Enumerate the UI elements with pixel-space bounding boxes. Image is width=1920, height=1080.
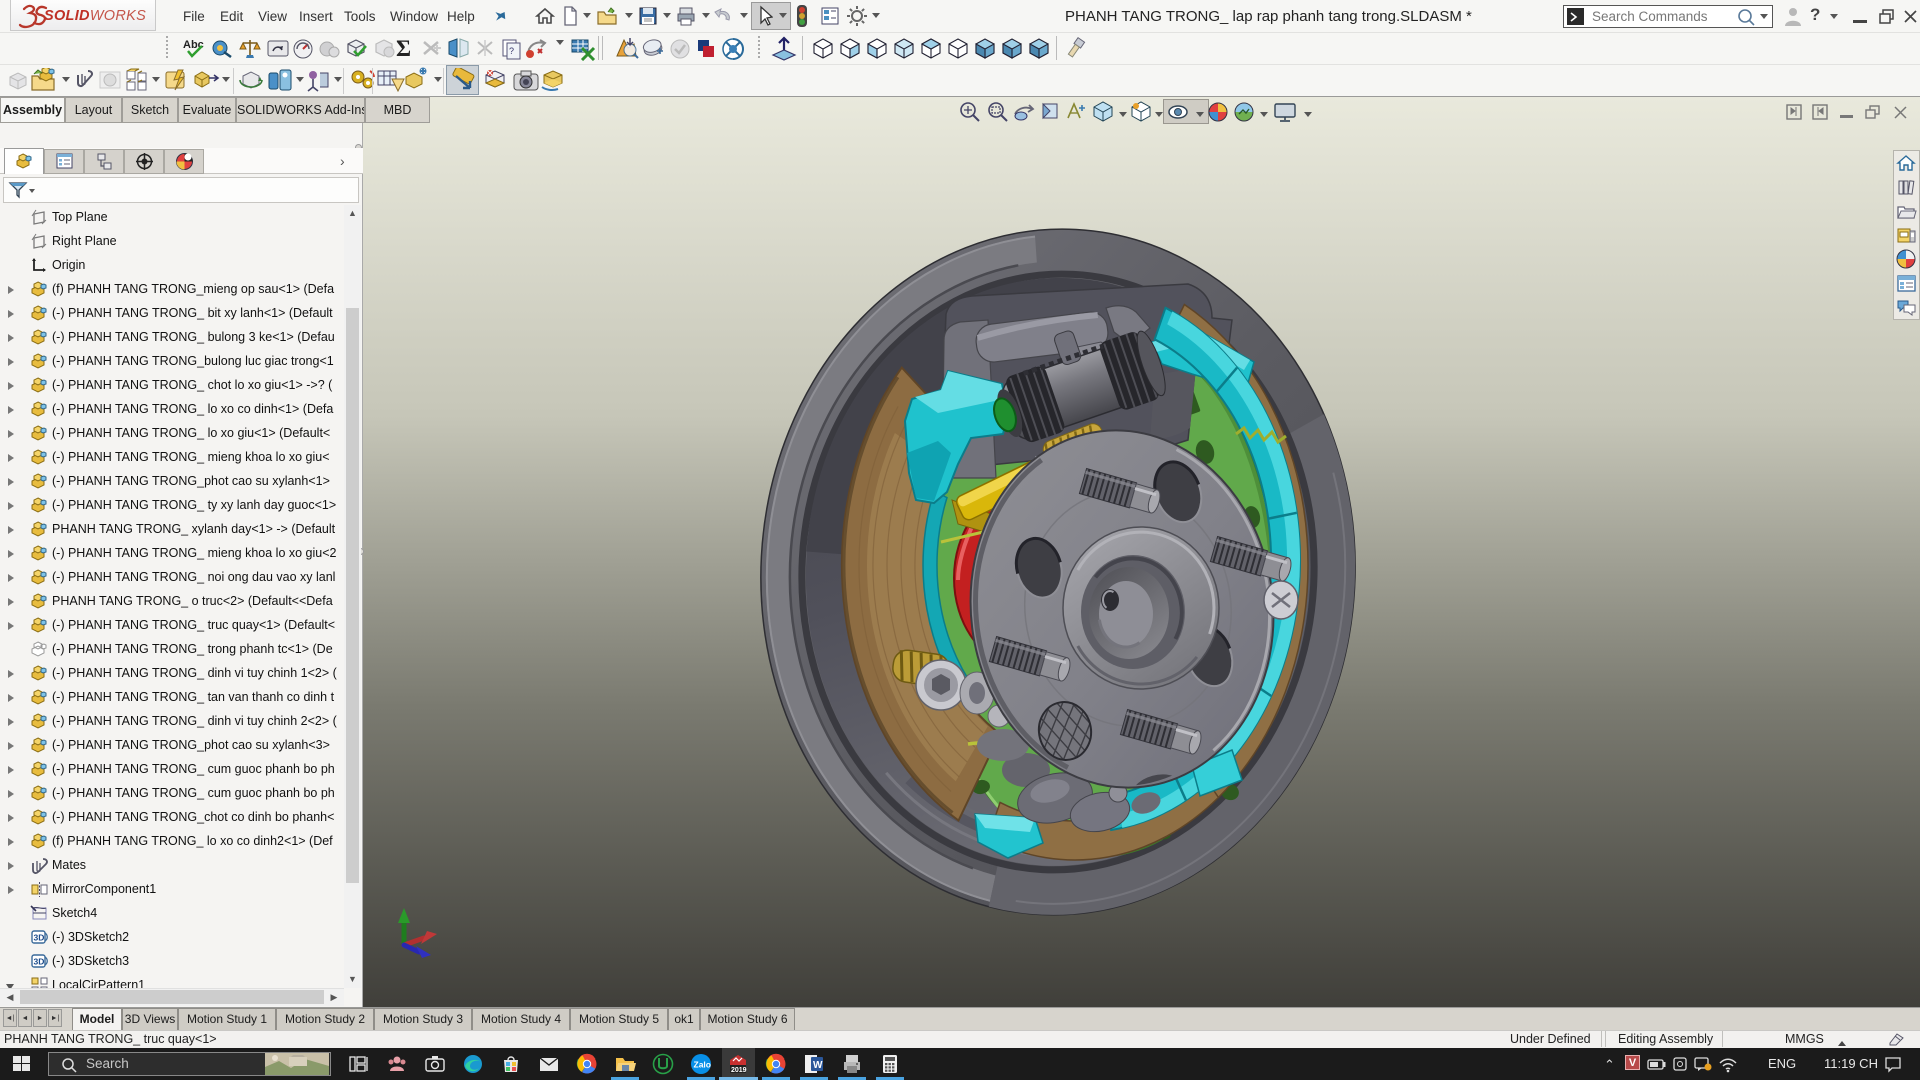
svg-text:2019: 2019 — [731, 1067, 747, 1074]
svg-text:3D: 3D — [34, 933, 45, 943]
svg-text:W: W — [813, 1060, 823, 1071]
svg-text:Zalo: Zalo — [694, 1060, 711, 1070]
svg-text:3D: 3D — [34, 957, 45, 967]
svg-text:?: ? — [509, 46, 514, 56]
svg-text:Abc: Abc — [183, 39, 204, 51]
